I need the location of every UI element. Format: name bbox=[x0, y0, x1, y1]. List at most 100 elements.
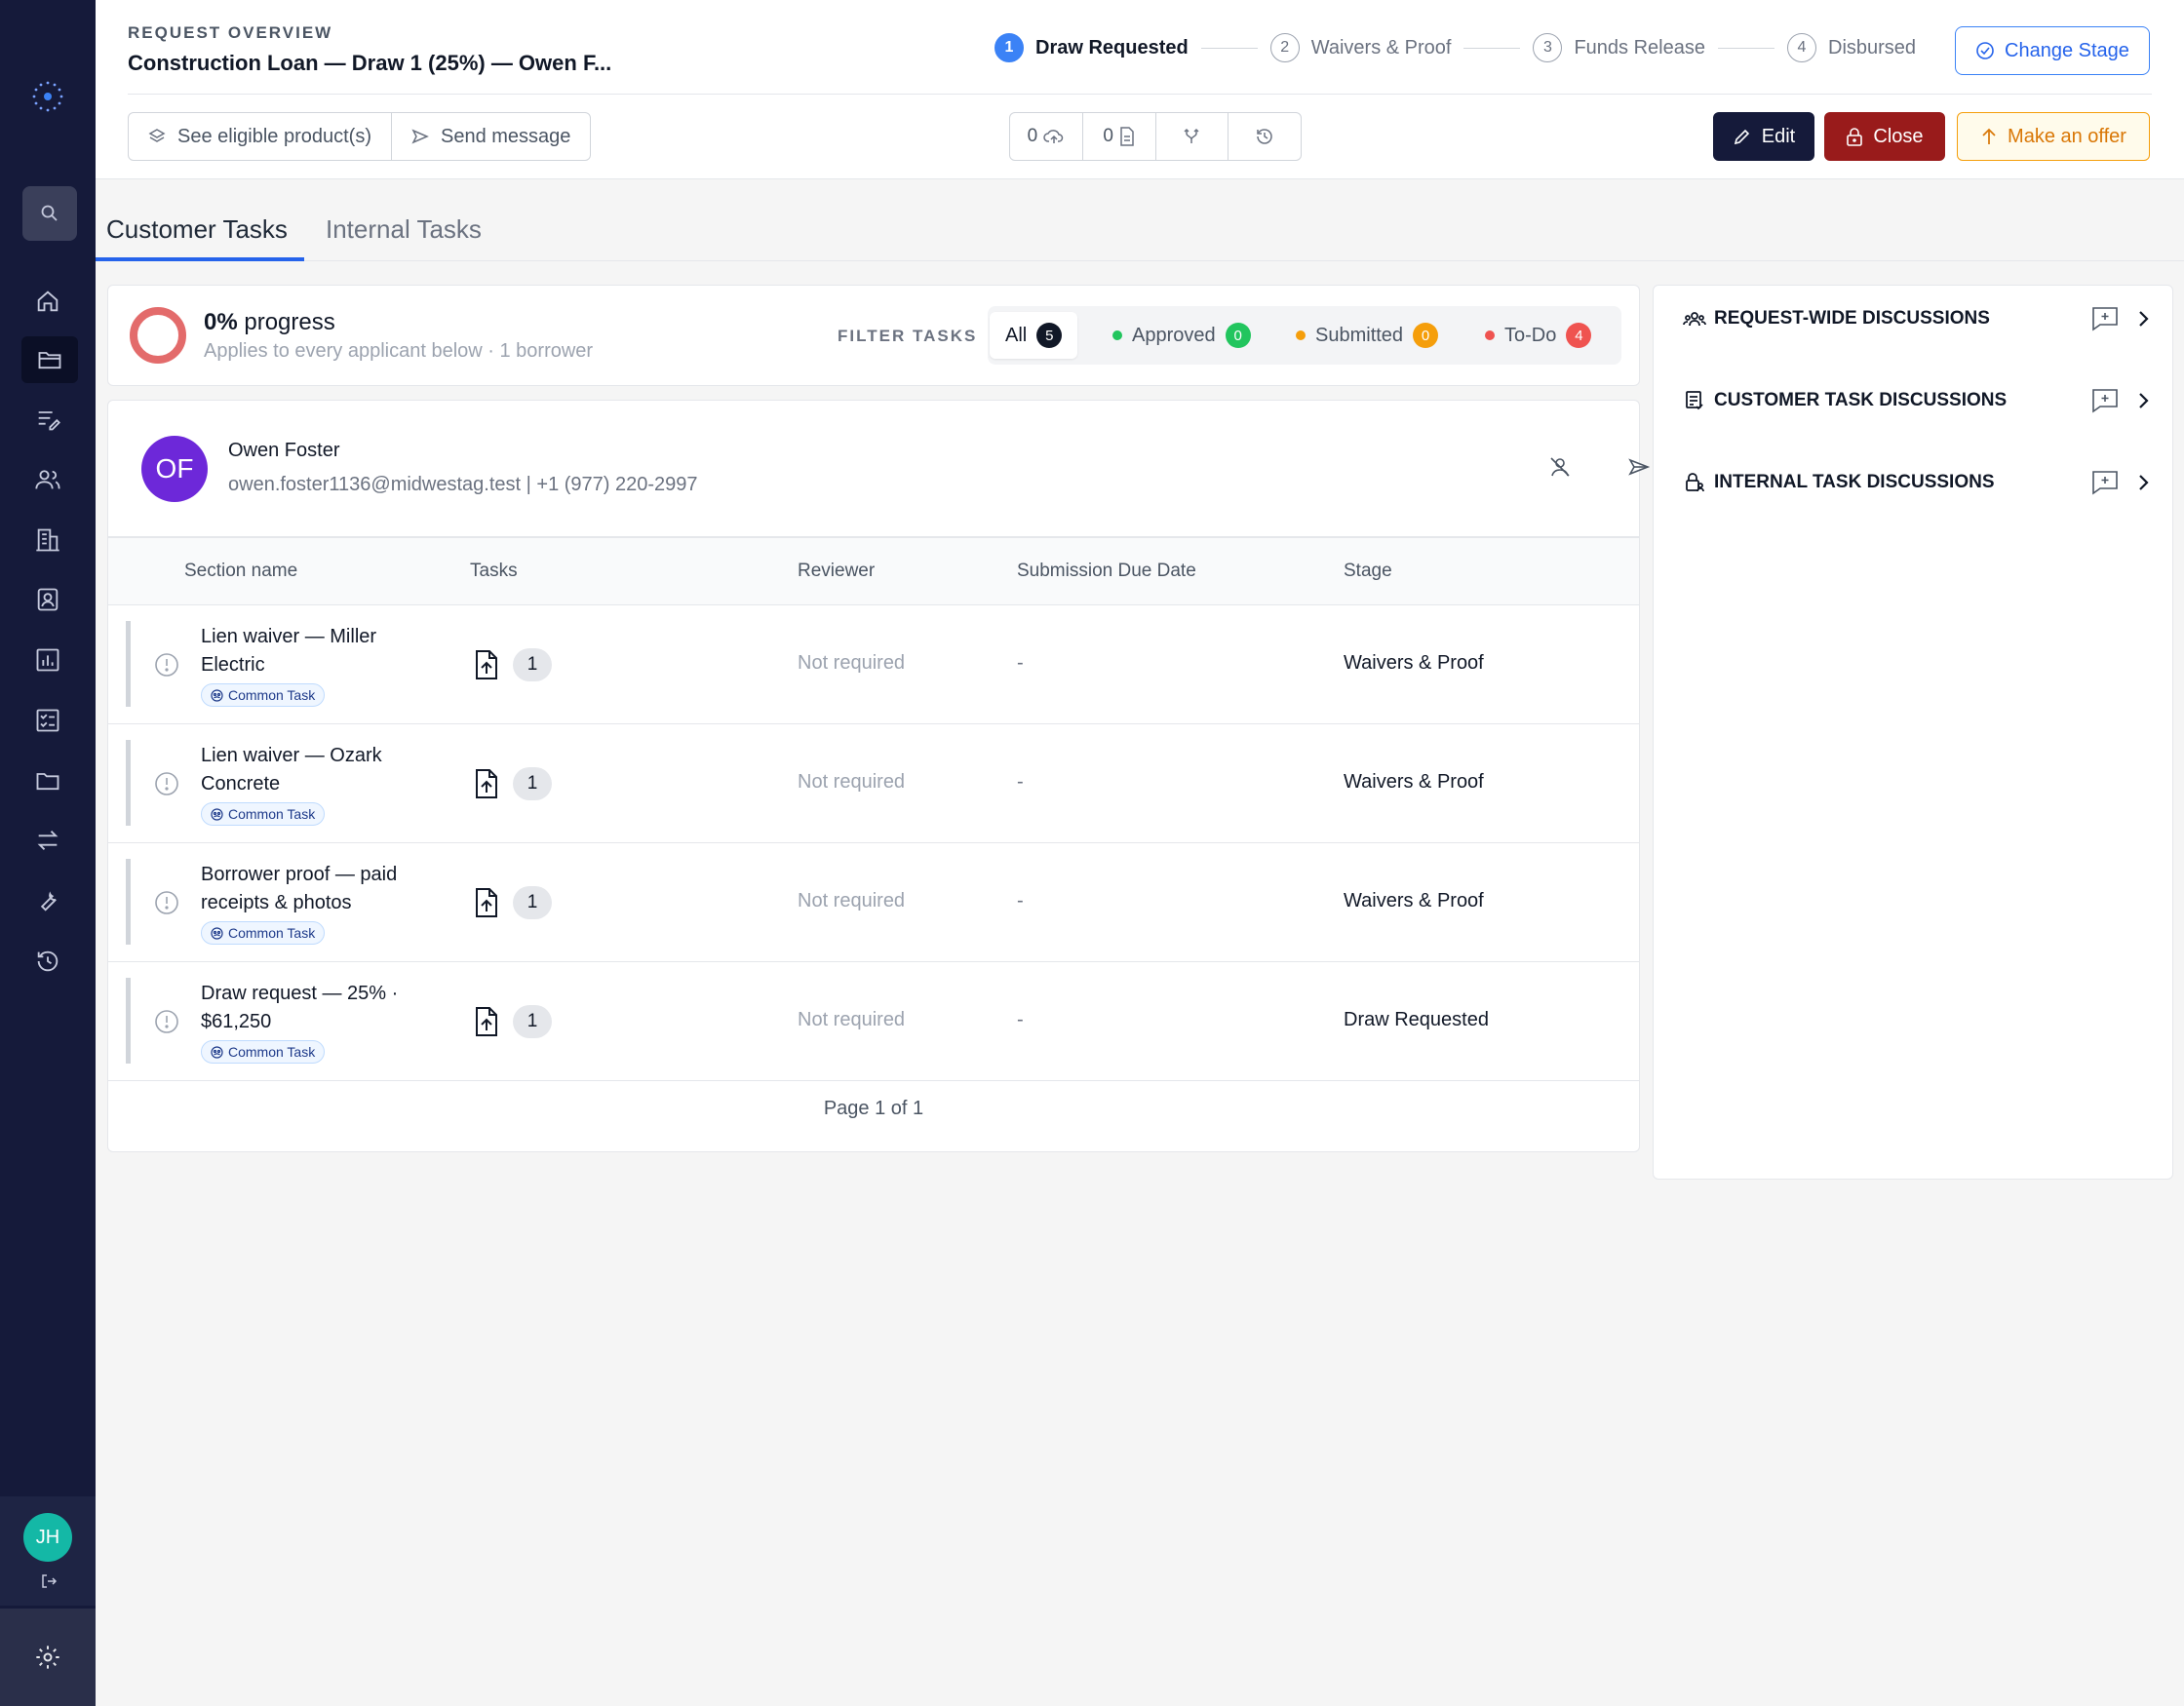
sidebar-item-files[interactable] bbox=[12, 757, 84, 804]
column-submission-due-date[interactable]: Submission Due Date bbox=[1017, 561, 1196, 582]
chevron-right-icon[interactable] bbox=[2133, 308, 2153, 330]
sidebar-item-tasks[interactable] bbox=[12, 697, 84, 744]
file-upload-icon[interactable] bbox=[472, 1006, 501, 1037]
send-to-borrower-button[interactable] bbox=[1624, 452, 1654, 482]
arrow-up-icon bbox=[1982, 128, 1996, 144]
section-name[interactable]: Draw request — 25% · $61,250 bbox=[201, 980, 406, 1036]
sidebar-item-companies[interactable] bbox=[12, 517, 84, 563]
group-icon bbox=[1683, 312, 1706, 327]
settings-button[interactable] bbox=[0, 1609, 96, 1706]
submitted-dot bbox=[1296, 330, 1306, 340]
due-date-value: - bbox=[1017, 890, 1024, 911]
borrower-contact: owen.foster1136@midwestag.test | +1 (977… bbox=[228, 474, 698, 495]
section-name[interactable]: Borrower proof — paid receipts & photos bbox=[201, 861, 406, 917]
warning-icon bbox=[155, 772, 178, 795]
sidebar-item-reports[interactable] bbox=[12, 637, 84, 683]
task-filter-bar: All 5 Approved 0 Submitted 0 To-Do 4 bbox=[988, 306, 1621, 365]
make-offer-button[interactable]: Make an offer bbox=[1957, 112, 2150, 161]
section-name[interactable]: Lien waiver — Miller Electric bbox=[201, 623, 406, 679]
request-header: REQUEST OVERVIEW Construction Loan — Dra… bbox=[96, 0, 2184, 179]
step-waivers-proof[interactable]: 2 Waivers & Proof bbox=[1269, 33, 1451, 62]
sidebar-item-profiles[interactable] bbox=[12, 576, 84, 623]
sidebar-item-history[interactable] bbox=[12, 938, 84, 985]
table-row[interactable]: Borrower proof — paid receipts & photos … bbox=[108, 843, 1639, 962]
reviewer-value: Not required bbox=[798, 1009, 906, 1030]
table-row[interactable]: Lien waiver — Miller Electric Common Tas… bbox=[108, 605, 1639, 724]
step-draw-requested[interactable]: 1 Draw Requested bbox=[994, 33, 1189, 62]
quick-actions-group: 0 0 bbox=[1009, 112, 1302, 161]
see-eligible-products-button[interactable]: See eligible product(s) bbox=[129, 113, 391, 160]
add-comment-icon[interactable] bbox=[2090, 469, 2120, 496]
sidebar-item-requests[interactable] bbox=[21, 336, 78, 383]
filter-approved[interactable]: Approved 0 bbox=[1097, 312, 1267, 359]
logo-icon[interactable] bbox=[29, 78, 66, 115]
sidebar-item-home[interactable] bbox=[12, 278, 84, 325]
stage-stepper: 1 Draw Requested 2 Waivers & Proof 3 Fun… bbox=[994, 33, 1916, 62]
change-stage-button[interactable]: Change Stage bbox=[1955, 26, 2150, 75]
documents-count-button[interactable]: 0 bbox=[1081, 113, 1155, 160]
edit-button[interactable]: Edit bbox=[1713, 112, 1814, 161]
stage-value: Waivers & Proof bbox=[1344, 890, 1484, 911]
tab-internal-tasks[interactable]: Internal Tasks bbox=[326, 214, 482, 245]
logout-icon[interactable] bbox=[39, 1571, 58, 1591]
column-tasks[interactable]: Tasks bbox=[470, 561, 518, 582]
action-button-group: See eligible product(s) Send message bbox=[128, 112, 592, 161]
sidebar-item-notes[interactable] bbox=[12, 396, 84, 443]
section-name[interactable]: Lien waiver — Ozark Concrete bbox=[201, 742, 406, 798]
common-task-label: Common Task bbox=[228, 806, 316, 822]
common-task-icon bbox=[211, 1045, 223, 1059]
table-row[interactable]: Lien waiver — Ozark Concrete Common Task… bbox=[108, 724, 1639, 843]
column-reviewer[interactable]: Reviewer bbox=[798, 561, 875, 582]
reviewer-value: Not required bbox=[798, 771, 906, 793]
sidebar-item-tools[interactable] bbox=[12, 877, 84, 924]
file-upload-icon[interactable] bbox=[472, 768, 501, 799]
close-button[interactable]: Close bbox=[1824, 112, 1945, 161]
due-date-value: - bbox=[1017, 771, 1024, 793]
reviewer-value: Not required bbox=[798, 890, 906, 911]
step-funds-release[interactable]: 3 Funds Release bbox=[1533, 33, 1705, 62]
history-icon bbox=[1257, 129, 1272, 144]
file-upload-icon[interactable] bbox=[472, 649, 501, 680]
sidebar-item-contacts[interactable] bbox=[12, 456, 84, 503]
check-circle-icon bbox=[1976, 42, 1994, 59]
table-row[interactable]: Draw request — 25% · $61,250 Common Task… bbox=[108, 962, 1639, 1081]
sidebar-item-transfers[interactable] bbox=[12, 817, 84, 864]
lock-icon bbox=[1847, 128, 1863, 146]
step-disbursed[interactable]: 4 Disbursed bbox=[1787, 33, 1916, 62]
step-number: 4 bbox=[1787, 33, 1816, 62]
file-upload-icon[interactable] bbox=[472, 887, 501, 918]
filter-todo-count: 4 bbox=[1566, 323, 1592, 348]
unassign-user-button[interactable] bbox=[1545, 452, 1575, 482]
column-stage[interactable]: Stage bbox=[1344, 561, 1392, 582]
tab-customer-tasks[interactable]: Customer Tasks bbox=[106, 214, 288, 245]
common-task-tag: Common Task bbox=[201, 683, 326, 707]
due-date-value: - bbox=[1017, 652, 1024, 674]
due-date-value: - bbox=[1017, 1009, 1024, 1030]
send-icon bbox=[1628, 458, 1651, 476]
add-comment-icon[interactable] bbox=[2090, 305, 2120, 332]
building-icon bbox=[36, 528, 59, 552]
chevron-right-icon[interactable] bbox=[2133, 472, 2153, 493]
request-wide-discussions[interactable]: REQUEST-WIDE DISCUSSIONS bbox=[1683, 299, 2151, 338]
filter-todo[interactable]: To-Do 4 bbox=[1469, 312, 1607, 359]
customer-task-discussions[interactable]: CUSTOMER TASK DISCUSSIONS bbox=[1683, 381, 2151, 420]
internal-task-label: INTERNAL TASK DISCUSSIONS bbox=[1714, 472, 1995, 492]
uploads-count-button[interactable]: 0 bbox=[1010, 113, 1082, 160]
sidebar: JH bbox=[0, 0, 96, 1706]
common-task-icon bbox=[211, 688, 223, 702]
column-section-name[interactable]: Section name bbox=[184, 561, 297, 582]
add-comment-icon[interactable] bbox=[2090, 387, 2120, 414]
user-avatar[interactable]: JH bbox=[23, 1513, 72, 1562]
filter-submitted[interactable]: Submitted 0 bbox=[1280, 312, 1454, 359]
filter-submitted-count: 0 bbox=[1413, 323, 1439, 348]
sidebar-search-button[interactable] bbox=[22, 186, 77, 241]
history-button[interactable] bbox=[1228, 113, 1301, 160]
branch-button[interactable] bbox=[1154, 113, 1228, 160]
customer-task-label: CUSTOMER TASK DISCUSSIONS bbox=[1714, 390, 2008, 410]
row-status-bar bbox=[126, 978, 131, 1064]
chevron-right-icon[interactable] bbox=[2133, 390, 2153, 411]
users-icon bbox=[35, 470, 60, 489]
send-message-button[interactable]: Send message bbox=[391, 113, 590, 160]
internal-task-discussions[interactable]: INTERNAL TASK DISCUSSIONS bbox=[1683, 463, 2151, 502]
filter-all[interactable]: All 5 bbox=[990, 312, 1078, 359]
